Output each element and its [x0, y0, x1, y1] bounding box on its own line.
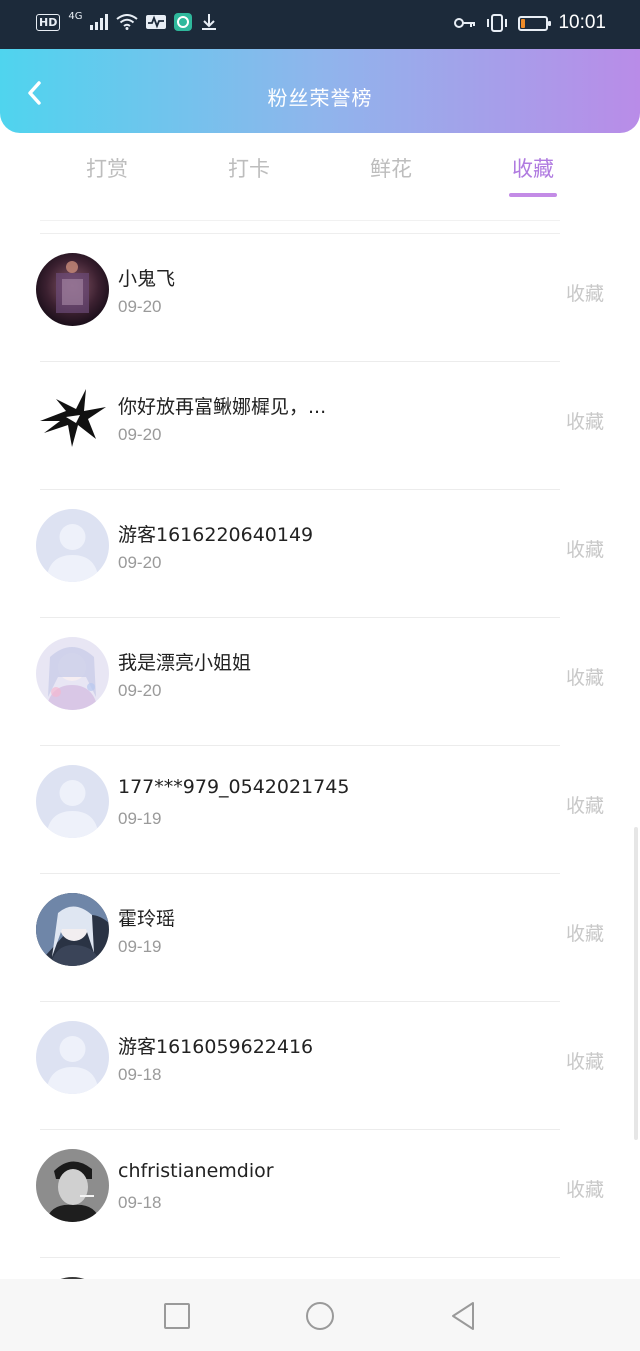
recent-apps-icon	[164, 1303, 190, 1329]
network-label: 4G	[68, 11, 83, 22]
vibrate-icon	[487, 14, 508, 32]
signal-4g-icon: 4G	[68, 11, 82, 23]
tab-bar: 打赏 打卡 鲜花 收藏	[0, 133, 640, 219]
favorite-date: 09-20	[118, 553, 162, 572]
status-bar: HD 4G 10:01	[0, 0, 640, 49]
recent-apps-button[interactable]	[160, 1299, 194, 1333]
back-nav-button[interactable]	[446, 1299, 480, 1333]
list-item-partial[interactable]	[0, 1258, 640, 1279]
favorite-label: 收藏	[565, 667, 604, 689]
user-name: 我是漂亮小姐姐	[118, 652, 252, 674]
favorite-date: 09-18	[118, 1065, 162, 1084]
home-button[interactable]	[303, 1299, 337, 1333]
status-icons-left: HD 4G	[36, 11, 218, 31]
avatar[interactable]	[36, 765, 109, 838]
user-name: 游客1616059622416	[118, 1036, 314, 1058]
avatar[interactable]	[36, 1021, 109, 1094]
battery-level	[521, 18, 526, 28]
download-icon	[202, 14, 217, 30]
favorite-label: 收藏	[565, 795, 604, 817]
user-name: 小鬼飞	[118, 268, 176, 290]
favorite-label: 收藏	[565, 283, 604, 305]
list-item[interactable]: 小鬼飞 09-20 收藏	[0, 234, 640, 362]
user-name: 你好放再富鳅娜樨见，...	[118, 396, 327, 418]
favorite-label: 收藏	[565, 539, 604, 561]
system-nav-bar	[0, 1279, 640, 1351]
scrollbar[interactable]	[634, 827, 638, 1140]
user-name: 177***979_0542021745	[118, 776, 350, 798]
list-item[interactable]: 霍玲瑶 09-19 收藏	[0, 874, 640, 1002]
avatar[interactable]	[36, 637, 109, 710]
battery-icon	[518, 15, 552, 31]
key-icon	[454, 18, 476, 28]
list-item[interactable]: 游客1616220640149 09-20 收藏	[0, 490, 640, 618]
tab-tip[interactable]: 打赏	[57, 153, 157, 183]
activity-icon	[146, 15, 167, 29]
avatar[interactable]	[36, 381, 109, 454]
favorite-label: 收藏	[565, 923, 604, 945]
page-title: 粉丝荣誉榜	[267, 86, 373, 110]
user-name: chfristianemdior	[118, 1160, 274, 1182]
list-item[interactable]: 177***979_0542021745 09-19 收藏	[0, 746, 640, 874]
home-icon	[306, 1302, 334, 1330]
favorite-label: 收藏	[565, 1179, 604, 1201]
list-item[interactable]: 我是漂亮小姐姐 09-20 收藏	[0, 618, 640, 746]
favorite-date: 09-20	[118, 681, 162, 700]
app-header: 粉丝荣誉榜	[0, 49, 640, 133]
avatar[interactable]	[36, 893, 109, 966]
favorite-date: 09-20	[118, 425, 162, 444]
list-item[interactable]: 你好放再富鳅娜樨见，... 09-20 收藏	[0, 362, 640, 490]
status-icons-right: 10:01	[454, 12, 606, 34]
favorite-date: 09-19	[118, 937, 162, 956]
list-item[interactable]: chfristianemdior 09-18 收藏	[0, 1130, 640, 1258]
user-name: 游客1616220640149	[118, 524, 314, 546]
favorite-label: 收藏	[565, 411, 604, 433]
favorite-date: 09-18	[118, 1193, 162, 1212]
tabs-divider	[40, 220, 560, 221]
user-name: 霍玲瑶	[118, 908, 176, 930]
avatar[interactable]	[36, 509, 109, 582]
favorite-label: 收藏	[565, 1051, 604, 1073]
favorite-date: 09-20	[118, 297, 162, 316]
list-item[interactable]: 游客1616059622416 09-18 收藏	[0, 1002, 640, 1130]
tab-flowers[interactable]: 鲜花	[341, 153, 441, 183]
avatar[interactable]	[36, 253, 109, 326]
tab-favorites[interactable]: 收藏	[483, 153, 583, 183]
clock: 10:01	[558, 12, 606, 33]
browser-icon	[174, 13, 193, 31]
hd-icon: HD	[36, 13, 61, 31]
tab-checkin[interactable]: 打卡	[199, 153, 299, 183]
signal-bars-icon	[90, 14, 109, 30]
avatar[interactable]	[36, 1149, 109, 1222]
favorite-date: 09-19	[118, 809, 162, 828]
active-tab-indicator	[509, 193, 557, 197]
back-triangle-icon	[452, 1302, 474, 1330]
wifi-icon	[116, 14, 139, 30]
